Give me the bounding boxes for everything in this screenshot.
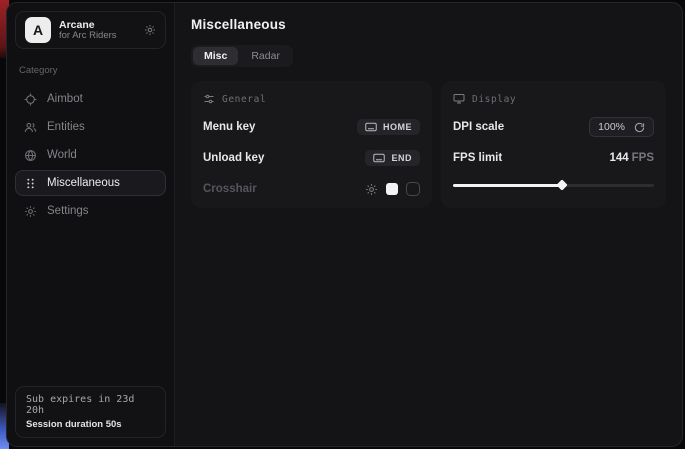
app-header-card: A Arcane for Arc Riders <box>15 11 166 49</box>
menu-key-label: Menu key <box>203 121 255 133</box>
general-panel-header: General <box>203 91 420 105</box>
keyboard-icon <box>373 153 385 163</box>
sidebar-item-entities[interactable]: Entities <box>15 114 166 140</box>
fps-limit-value: 144 FPS <box>609 152 654 164</box>
app-meta: Arcane for Arc Riders <box>59 19 136 42</box>
general-panel: General Menu key HOME <box>191 81 432 208</box>
dpi-scale-value: 100% <box>598 121 625 133</box>
sidebar-item-label: World <box>47 149 77 161</box>
gear-icon[interactable] <box>144 24 156 36</box>
sidebar-item-label: Entities <box>47 121 85 133</box>
menu-key-row: Menu key HOME <box>203 118 420 136</box>
fps-unit: FPS <box>632 152 654 164</box>
fps-slider-fill <box>453 184 562 187</box>
fps-limit-row: FPS limit 144 FPS <box>453 149 654 167</box>
sidebar-nav: Aimbot Entities <box>15 86 166 224</box>
globe-icon <box>24 149 37 162</box>
unload-key-button[interactable]: END <box>365 150 420 166</box>
sidebar-item-world[interactable]: World <box>15 142 166 168</box>
tab-bar: Misc Radar <box>191 45 293 67</box>
tab-misc[interactable]: Misc <box>193 47 238 65</box>
crosshair-controls <box>365 182 420 196</box>
sidebar-item-label: Miscellaneous <box>47 177 120 189</box>
monitor-icon <box>453 93 465 105</box>
fps-number: 144 <box>609 152 628 164</box>
session-duration-text: Session duration 50s <box>26 419 155 430</box>
sidebar-item-settings[interactable]: Settings <box>15 198 166 224</box>
refresh-icon[interactable] <box>634 122 645 133</box>
category-label: Category <box>19 65 162 76</box>
tab-radar[interactable]: Radar <box>240 47 291 65</box>
crosshair-checkbox[interactable] <box>406 182 420 196</box>
sliders-icon <box>203 93 215 105</box>
sidebar: A Arcane for Arc Riders Category <box>7 3 175 446</box>
unload-key-value: END <box>391 153 412 163</box>
fps-slider[interactable] <box>453 181 654 189</box>
app-logo: A <box>25 17 51 43</box>
users-icon <box>24 121 37 134</box>
menu-key-value: HOME <box>383 122 412 132</box>
sidebar-item-label: Settings <box>47 205 89 217</box>
dpi-scale-control[interactable]: 100% <box>589 117 654 137</box>
panels-row: General Menu key HOME <box>191 81 666 208</box>
gear-icon <box>24 205 37 218</box>
app-window: A Arcane for Arc Riders Category <box>6 2 683 447</box>
gear-icon[interactable] <box>365 183 378 196</box>
sidebar-item-aimbot[interactable]: Aimbot <box>15 86 166 112</box>
sidebar-item-miscellaneous[interactable]: Miscellaneous <box>15 170 166 196</box>
crosshair-icon <box>24 93 37 106</box>
crosshair-color-swatch[interactable] <box>386 183 398 195</box>
menu-key-button[interactable]: HOME <box>357 119 420 135</box>
panel-title: General <box>222 94 266 105</box>
dpi-scale-row: DPI scale 100% <box>453 118 654 136</box>
display-panel-header: Display <box>453 91 654 105</box>
panel-title: Display <box>472 94 516 105</box>
app-subtitle: for Arc Riders <box>59 31 136 42</box>
crosshair-row: Crosshair <box>203 180 420 198</box>
subscription-card: Sub expires in 23d 20h Session duration … <box>15 386 166 438</box>
sub-expiry-text: Sub expires in 23d 20h <box>26 394 155 416</box>
keyboard-icon <box>365 122 377 132</box>
crosshair-label: Crosshair <box>203 183 257 195</box>
fps-limit-label: FPS limit <box>453 152 502 164</box>
main-content: Miscellaneous Misc Radar General <box>175 3 682 446</box>
page-title: Miscellaneous <box>191 17 666 32</box>
display-panel: Display DPI scale 100% <box>441 81 666 208</box>
app-title: Arcane <box>59 19 136 31</box>
dpi-scale-label: DPI scale <box>453 121 504 133</box>
fps-slider-thumb[interactable] <box>556 179 567 190</box>
grip-icon <box>24 177 37 190</box>
unload-key-row: Unload key END <box>203 149 420 167</box>
sidebar-item-label: Aimbot <box>47 93 83 105</box>
unload-key-label: Unload key <box>203 152 264 164</box>
